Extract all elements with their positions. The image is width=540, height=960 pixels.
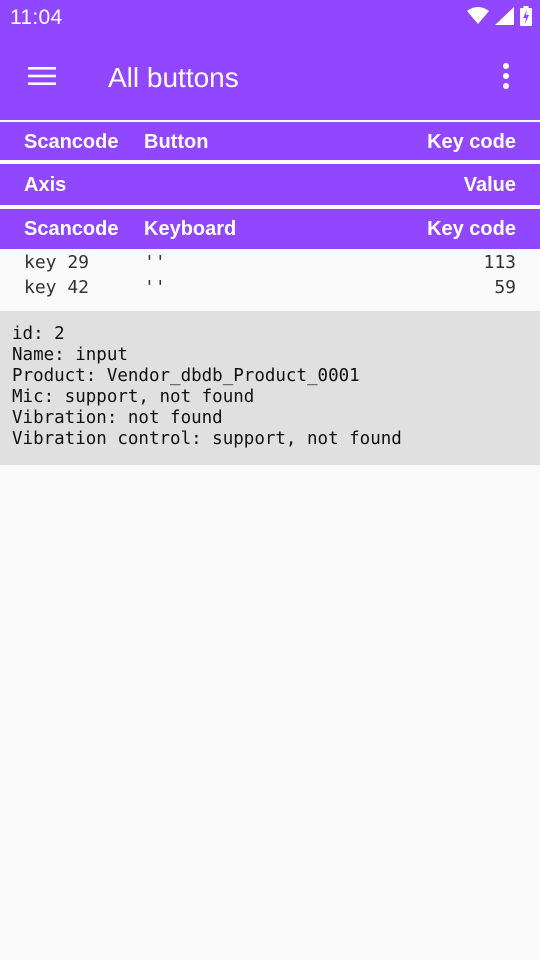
keyboard-table-header: Scancode Keyboard Key code	[0, 209, 540, 249]
axis-table-header: Axis Value	[0, 164, 540, 205]
page-title: All buttons	[108, 62, 239, 93]
row-scancode: key 29	[24, 252, 90, 273]
menu-button[interactable]	[14, 52, 70, 104]
row-key-code: 113	[483, 252, 516, 273]
list-item: key 29 '' 113	[0, 250, 540, 275]
status-time: 11:04	[10, 6, 63, 29]
row-keyboard: ''	[144, 252, 166, 273]
info-line-name: Name: input	[12, 345, 128, 365]
keyboard-list: key 29 '' 113 key 42 '' 59	[0, 249, 540, 311]
button-header-scancode: Scancode	[24, 131, 119, 153]
app-bar: All buttons	[0, 36, 540, 120]
button-header-button: Button	[144, 131, 209, 153]
wifi-icon	[467, 7, 489, 29]
device-info-panel: id: 2 Name: input Product: Vendor_dbdb_Pro…	[0, 311, 540, 465]
hamburger-menu-icon	[28, 66, 56, 90]
device-info-text: id: 2 Name: input Product: Vendor_dbdb_Pro…	[12, 324, 402, 450]
list-item: key 42 '' 59	[0, 275, 540, 300]
signal-icon	[495, 7, 514, 29]
status-icons	[467, 6, 532, 30]
more-vert-icon	[502, 62, 510, 94]
info-line-id: id: 2	[12, 324, 65, 344]
battery-charging-icon	[520, 6, 532, 30]
button-table-header: Scancode Button Key code	[0, 122, 540, 160]
info-line-product: Product: Vendor_dbdb_Product_0001	[12, 366, 360, 386]
keyboard-header-keyboard: Keyboard	[144, 218, 237, 240]
row-keyboard: ''	[144, 277, 166, 298]
button-header-key-code: Key code	[427, 131, 516, 153]
info-line-vibration-control: Vibration control: support, not found	[12, 429, 402, 449]
info-line-vibration: Vibration: not found	[12, 408, 223, 428]
keyboard-header-scancode: Scancode	[24, 218, 119, 240]
overflow-menu-button[interactable]	[486, 54, 526, 102]
row-scancode: key 42	[24, 277, 90, 298]
info-line-mic: Mic: support, not found	[12, 387, 255, 407]
keyboard-header-key-code: Key code	[427, 218, 516, 240]
status-bar: 11:04	[0, 0, 540, 36]
row-key-code: 59	[494, 277, 516, 298]
axis-header-axis: Axis	[24, 174, 67, 196]
axis-header-value: Value	[463, 174, 516, 196]
